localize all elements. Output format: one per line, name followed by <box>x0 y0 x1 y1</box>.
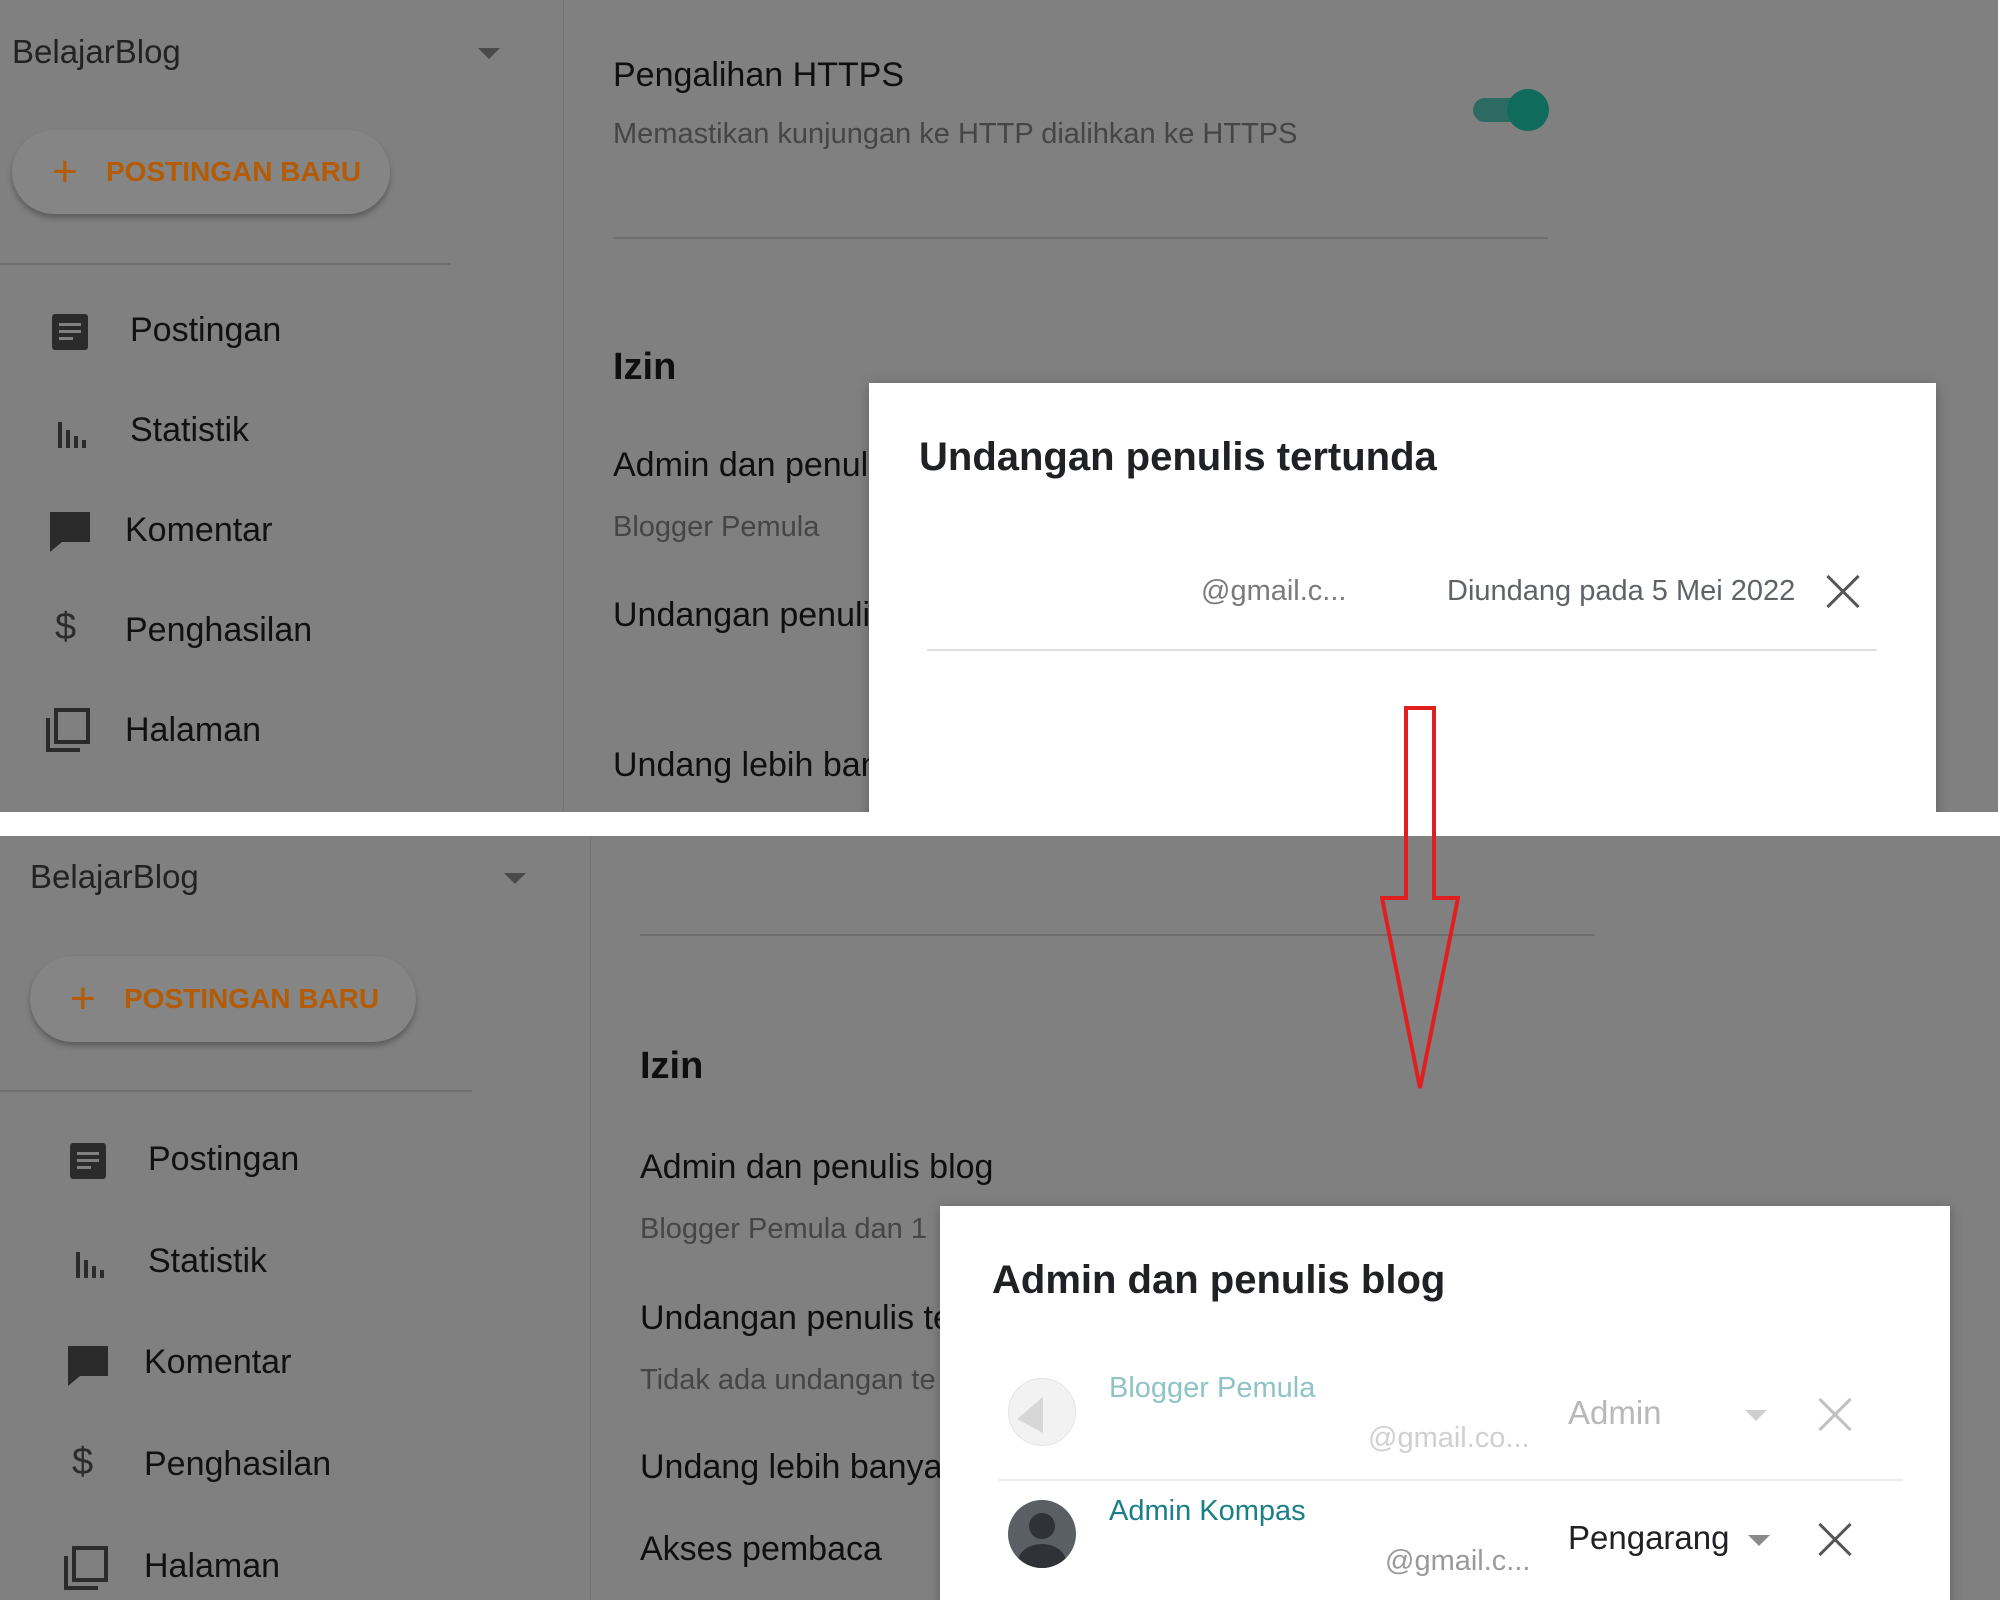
post-icon <box>52 314 88 350</box>
sidebar-divider <box>0 263 450 265</box>
sidebar-item-label: Postingan <box>130 311 282 349</box>
sidebar-item-label: Penghasilan <box>144 1445 332 1483</box>
post-icon <box>70 1143 106 1179</box>
bottom-screenshot: BelajarBlog + POSTINGAN BARU Postingan S… <box>0 836 2000 1600</box>
plus-icon: + <box>70 974 96 1023</box>
comment-icon <box>50 512 90 552</box>
user-email: @gmail.c... <box>1385 1545 1531 1577</box>
row-divider <box>927 649 1877 651</box>
dollar-icon: $ <box>55 606 77 648</box>
dialog-title: Admin dan penulis blog <box>992 1258 1446 1302</box>
sidebar-divider <box>0 1090 472 1092</box>
blog-name: BelajarBlog <box>30 858 199 895</box>
remove-user-close-icon[interactable] <box>1817 1397 1853 1433</box>
sidebar-item-label: Statistik <box>148 1242 268 1280</box>
reader-access-setting[interactable]: Akses pembaca <box>640 1530 882 1569</box>
row-divider <box>998 1479 1903 1481</box>
sidebar-border <box>590 836 591 1600</box>
plus-icon: + <box>52 147 78 196</box>
invite-more-setting[interactable]: Undang lebih banya <box>640 1448 942 1487</box>
invite-date: Diundang pada 5 Mei 2022 <box>1447 575 1796 607</box>
annotation-arrow <box>1380 706 1460 1089</box>
blog-name: BelajarBlog <box>12 33 181 70</box>
sidebar-item-label: Statistik <box>130 411 250 449</box>
permissions-heading: Izin <box>640 1045 704 1087</box>
new-post-label: POSTINGAN BARU <box>124 983 380 1014</box>
role-select[interactable]: Pengarang <box>1568 1519 1729 1557</box>
user-email: @gmail.co... <box>1368 1422 1530 1454</box>
invite-more-setting[interactable]: Undang lebih ban <box>613 746 880 785</box>
invitee-email: @gmail.c... <box>1201 575 1347 607</box>
divider <box>613 237 1548 239</box>
stats-icon <box>58 422 86 448</box>
dialog-title: Undangan penulis tertunda <box>919 435 1437 479</box>
chevron-down-icon <box>1745 1410 1767 1421</box>
cropped-text-strip <box>0 836 1400 844</box>
admin-authors-summary: Blogger Pemula <box>613 511 820 543</box>
admin-authors-setting[interactable]: Admin dan penuli <box>613 446 876 485</box>
sidebar-item-label: Postingan <box>148 1140 300 1178</box>
admins-authors-dialog: Admin dan penulis blog Blogger Pemula @g… <box>940 1206 1950 1600</box>
avatar <box>1008 1378 1076 1446</box>
toggle-knob <box>1507 89 1549 131</box>
sidebar-item-label: Halaman <box>144 1547 281 1585</box>
avatar <box>1008 1500 1076 1568</box>
new-post-label: POSTINGAN BARU <box>106 156 362 187</box>
sidebar-item-label: Penghasilan <box>125 611 313 649</box>
remove-user-close-icon[interactable] <box>1817 1522 1853 1558</box>
sidebar-item-label: Komentar <box>125 511 273 549</box>
stats-icon <box>76 1252 104 1278</box>
pending-invites-setting[interactable]: Undangan penulis te <box>640 1299 952 1338</box>
admin-authors-summary: Blogger Pemula dan 1 <box>640 1213 927 1245</box>
dollar-icon: $ <box>72 1441 94 1483</box>
comment-icon <box>68 1346 108 1386</box>
admin-authors-setting[interactable]: Admin dan penulis blog <box>640 1148 993 1187</box>
page-icon <box>64 1546 108 1590</box>
sidebar-item-label: Halaman <box>125 711 262 749</box>
top-screenshot: BelajarBlog + POSTINGAN BARU Postingan S… <box>0 0 1998 812</box>
blog-switcher-icon[interactable] <box>504 873 526 884</box>
new-post-button[interactable]: + POSTINGAN BARU <box>30 956 416 1042</box>
role-select[interactable]: Admin <box>1568 1394 1662 1432</box>
https-redirect-desc: Memastikan kunjungan ke HTTP dialihkan k… <box>613 118 1298 150</box>
new-post-button[interactable]: + POSTINGAN BARU <box>12 130 390 214</box>
user-name: Admin Kompas <box>1109 1495 1306 1527</box>
permissions-heading: Izin <box>613 346 677 388</box>
https-redirect-title: Pengalihan HTTPS <box>613 56 905 94</box>
sidebar-border <box>563 0 564 812</box>
sidebar-item-label: Komentar <box>144 1343 292 1381</box>
pending-invites-summary: Tidak ada undangan te <box>640 1364 936 1396</box>
pending-invites-setting[interactable]: Undangan penulis <box>613 596 887 635</box>
user-name: Blogger Pemula <box>1109 1372 1316 1404</box>
page-icon <box>46 708 90 752</box>
blog-switcher-icon[interactable] <box>478 48 500 59</box>
chevron-down-icon <box>1748 1535 1770 1546</box>
revoke-invite-close-icon[interactable] <box>1825 574 1861 610</box>
